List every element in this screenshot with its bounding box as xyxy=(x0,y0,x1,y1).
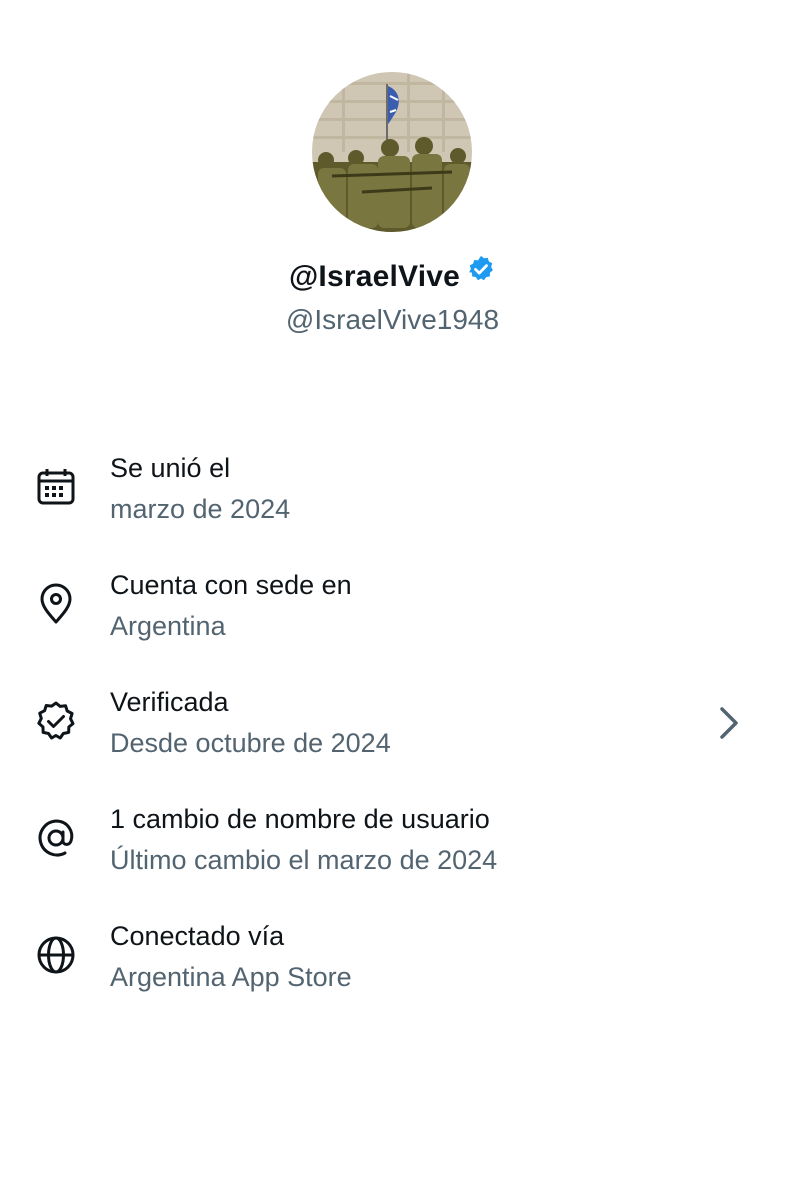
display-name: @IsraelVive xyxy=(288,260,461,293)
location-pin-icon xyxy=(34,582,78,626)
verified-badge-icon xyxy=(34,699,78,743)
globe-icon xyxy=(34,933,78,977)
verified-badge-icon xyxy=(466,253,496,297)
info-title: Conectado vía xyxy=(110,921,285,951)
info-subtitle: marzo de 2024 xyxy=(110,494,291,524)
info-row-username-changes: 1 cambio de nombre de usuario Último cam… xyxy=(0,796,785,888)
info-title: Se unió el xyxy=(110,453,231,483)
chevron-right-icon[interactable] xyxy=(712,701,748,745)
calendar-icon xyxy=(34,465,78,509)
info-row-location: Cuenta con sede en Argentina xyxy=(0,562,785,654)
info-row-joined: Se unió el marzo de 2024 xyxy=(0,445,785,537)
avatar[interactable] xyxy=(312,72,472,232)
info-subtitle: Último cambio el marzo de 2024 xyxy=(110,845,498,875)
display-name-row: @IsraelVive xyxy=(0,255,785,299)
info-subtitle: Argentina xyxy=(110,611,226,641)
info-subtitle: Argentina App Store xyxy=(110,962,352,992)
info-row-connected-via: Conectado vía Argentina App Store xyxy=(0,913,785,1005)
at-sign-icon xyxy=(34,816,78,860)
user-handle: @IsraelVive1948 xyxy=(285,304,500,335)
info-title: Verificada xyxy=(110,687,229,717)
info-title: 1 cambio de nombre de usuario xyxy=(110,804,490,834)
info-subtitle: Desde octubre de 2024 xyxy=(110,728,391,758)
info-title: Cuenta con sede en xyxy=(110,570,352,600)
info-row-verified[interactable]: Verificada Desde octubre de 2024 xyxy=(0,679,785,771)
